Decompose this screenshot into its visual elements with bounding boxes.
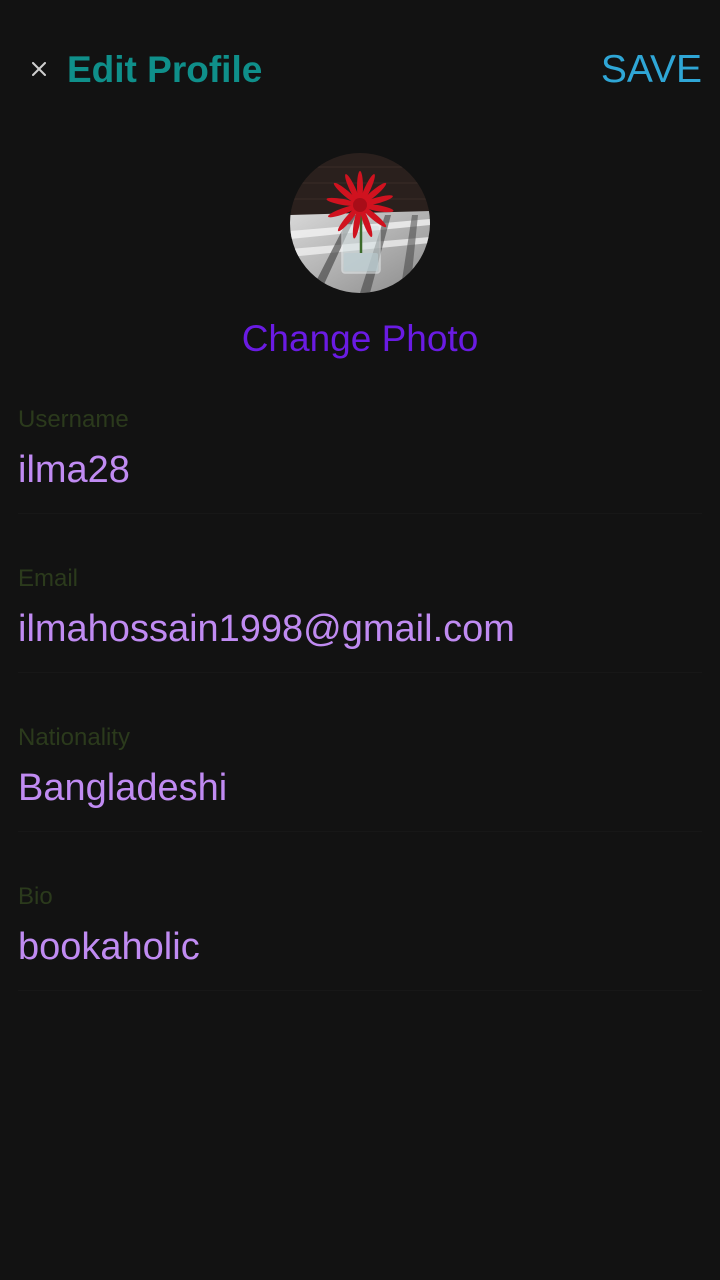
page-title: Edit Profile — [67, 49, 263, 90]
avatar[interactable] — [290, 153, 430, 293]
username-label: Username — [18, 406, 129, 433]
save-button[interactable]: SAVE — [601, 47, 702, 93]
email-input[interactable]: ilmahossain1998@gmail.com — [18, 606, 515, 652]
username-underline — [18, 513, 702, 514]
bio-label: Bio — [18, 883, 53, 910]
email-field[interactable]: Email ilmahossain1998@gmail.com — [0, 564, 720, 692]
bio-underline — [18, 990, 702, 991]
nationality-field[interactable]: Nationality Bangladeshi — [0, 723, 720, 851]
bio-input[interactable]: bookaholic — [18, 924, 200, 970]
nationality-input[interactable]: Bangladeshi — [18, 765, 227, 811]
bio-field[interactable]: Bio bookaholic — [0, 882, 720, 1010]
toolbar: Edit Profile SAVE — [0, 0, 720, 140]
username-field[interactable]: Username ilma28 — [0, 405, 720, 533]
close-icon — [32, 62, 46, 76]
email-underline — [18, 672, 702, 673]
username-input[interactable]: ilma28 — [18, 447, 130, 493]
nationality-underline — [18, 831, 702, 832]
close-button[interactable] — [26, 56, 52, 82]
change-photo-button[interactable]: Change Photo — [0, 316, 720, 362]
email-label: Email — [18, 565, 79, 592]
nationality-label: Nationality — [18, 724, 131, 751]
profile-photo — [290, 153, 430, 293]
